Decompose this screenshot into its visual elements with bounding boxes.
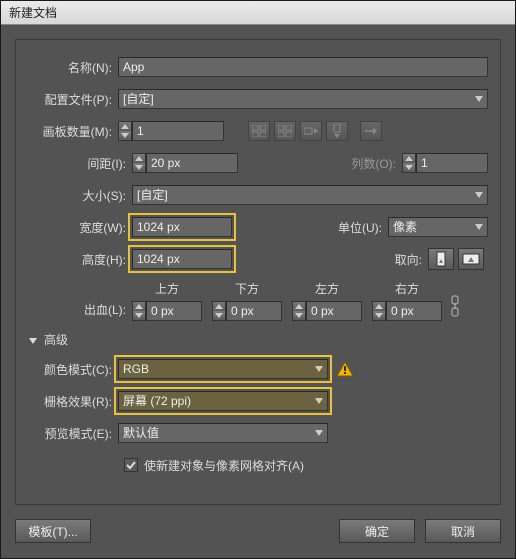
raster-label: 栅格效果(R): <box>28 393 118 410</box>
layout-grid-n-icon <box>274 121 296 141</box>
disclosure-triangle-icon <box>28 335 38 345</box>
spacing-stepper[interactable] <box>132 153 146 173</box>
bleed-left-label: 左方 <box>315 280 339 297</box>
window-title: 新建文档 <box>9 4 57 21</box>
bleed-top-label: 上方 <box>155 280 179 297</box>
spacing-input[interactable] <box>146 153 238 173</box>
bleed-bottom-stepper[interactable] <box>212 301 226 321</box>
profile-label: 配置文件(P): <box>28 91 118 108</box>
size-select[interactable]: [自定] <box>132 185 488 205</box>
columns-label: 列数(O): <box>332 155 402 172</box>
bleed-left-input[interactable] <box>306 301 362 321</box>
size-value: [自定] <box>137 186 168 204</box>
chevron-down-icon <box>314 364 324 374</box>
chevron-down-icon <box>474 222 484 232</box>
align-grid-checkbox[interactable] <box>124 458 138 472</box>
bleed-top-stepper[interactable] <box>132 301 146 321</box>
bleed-label: 出血(L): <box>42 301 132 321</box>
unit-select[interactable]: 像素 <box>388 217 488 237</box>
bleed-bottom-label: 下方 <box>235 280 259 297</box>
colormode-label: 颜色模式(C): <box>28 361 118 378</box>
colormode-value: RGB <box>123 360 149 378</box>
ok-button[interactable]: 确定 <box>339 519 415 543</box>
orientation-portrait-button[interactable] <box>428 248 454 270</box>
name-label: 名称(N): <box>28 59 118 76</box>
bleed-bottom-input[interactable] <box>226 301 282 321</box>
advanced-label: 高级 <box>44 331 68 348</box>
size-label: 大小(S): <box>42 187 132 204</box>
columns-input[interactable] <box>416 153 488 173</box>
profile-value: [自定] <box>123 90 154 108</box>
chevron-down-icon <box>314 428 324 438</box>
warning-icon <box>336 360 354 378</box>
width-label: 宽度(W): <box>42 219 132 236</box>
height-label: 高度(H): <box>42 251 132 268</box>
orientation-landscape-button[interactable] <box>458 248 484 270</box>
bleed-top-input[interactable] <box>146 301 202 321</box>
artboards-input[interactable] <box>132 121 224 141</box>
bleed-left-stepper[interactable] <box>292 301 306 321</box>
preview-value: 默认值 <box>123 424 159 442</box>
link-bleed-icon[interactable] <box>446 291 464 321</box>
main-panel: 名称(N): 配置文件(P): [自定] 画板数量(M): <box>15 39 501 505</box>
bleed-right-label: 右方 <box>395 280 419 297</box>
template-button[interactable]: 模板(T)... <box>15 519 91 543</box>
titlebar: 新建文档 <box>1 1 515 25</box>
chevron-down-icon <box>474 190 484 200</box>
name-input[interactable] <box>118 57 488 77</box>
orientation-label: 取向: <box>358 251 428 268</box>
preview-label: 预览模式(E): <box>28 425 118 442</box>
raster-select[interactable]: 屏幕 (72 ppi) <box>118 391 328 411</box>
artboards-label: 画板数量(M): <box>28 123 118 140</box>
arrow-right-icon <box>360 121 382 141</box>
layout-grid-z-icon <box>248 121 270 141</box>
profile-select[interactable]: [自定] <box>118 89 488 109</box>
unit-value: 像素 <box>393 218 417 236</box>
columns-stepper[interactable] <box>402 153 416 173</box>
align-grid-label: 使新建对象与像素网格对齐(A) <box>144 457 304 474</box>
width-input[interactable] <box>132 217 232 237</box>
chevron-down-icon <box>314 396 324 406</box>
height-input[interactable] <box>132 249 232 269</box>
bleed-right-input[interactable] <box>386 301 442 321</box>
layout-col-down-icon <box>326 121 348 141</box>
colormode-select[interactable]: RGB <box>118 359 328 379</box>
cancel-button[interactable]: 取消 <box>425 519 501 543</box>
spacing-label: 间距(I): <box>42 155 132 172</box>
chevron-down-icon <box>474 94 484 104</box>
raster-value: 屏幕 (72 ppi) <box>123 392 191 410</box>
advanced-header[interactable]: 高级 <box>28 331 488 348</box>
unit-label: 单位(U): <box>318 219 388 236</box>
bleed-right-stepper[interactable] <box>372 301 386 321</box>
artboards-stepper[interactable] <box>118 121 132 141</box>
layout-row-right-icon <box>300 121 322 141</box>
preview-select[interactable]: 默认值 <box>118 423 328 443</box>
